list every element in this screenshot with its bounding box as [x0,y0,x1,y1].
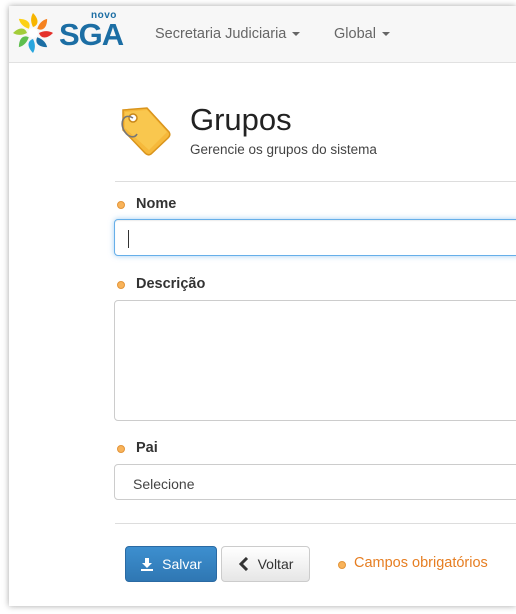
app-window: novo SGA Secretaria Judiciaria Global Gr… [9,6,516,606]
text-cursor [128,230,129,248]
brand-logo[interactable]: novo SGA [11,8,124,58]
top-navbar: novo SGA Secretaria Judiciaria Global [9,6,516,63]
save-label: Salvar [162,556,202,572]
menu-label: Secretaria Judiciaria [155,26,287,42]
back-label: Voltar [257,556,294,572]
required-indicator-icon [117,201,125,209]
nome-input[interactable] [114,219,516,256]
menu-global[interactable]: Global [334,26,390,42]
header-divider [115,181,516,182]
menu-secretaria-judiciaria[interactable]: Secretaria Judiciaria [155,26,301,42]
required-indicator-icon [117,445,125,453]
pai-select-value: Selecione [133,476,195,492]
nome-label: Nome [136,196,177,212]
menu-label: Global [334,26,376,42]
pai-label: Pai [136,440,158,456]
chevron-left-icon [238,557,248,571]
page-title: Grupos [190,102,292,137]
save-button[interactable]: Salvar [125,546,217,582]
required-fields-note: Campos obrigatórios [354,555,488,571]
required-indicator-icon [338,561,346,569]
brand-name: SGA [59,17,124,52]
required-indicator-icon [117,281,125,289]
back-button[interactable]: Voltar [221,546,310,582]
descricao-textarea[interactable] [114,300,516,421]
footer-divider [115,523,516,524]
descricao-label: Descrição [136,276,206,292]
download-icon [141,558,154,571]
caret-down-icon [381,32,390,37]
sunburst-logo-icon [13,13,53,53]
caret-down-icon [292,32,301,37]
page-subtitle: Gerencie os grupos do sistema [190,142,377,157]
tag-icon [121,107,171,156]
